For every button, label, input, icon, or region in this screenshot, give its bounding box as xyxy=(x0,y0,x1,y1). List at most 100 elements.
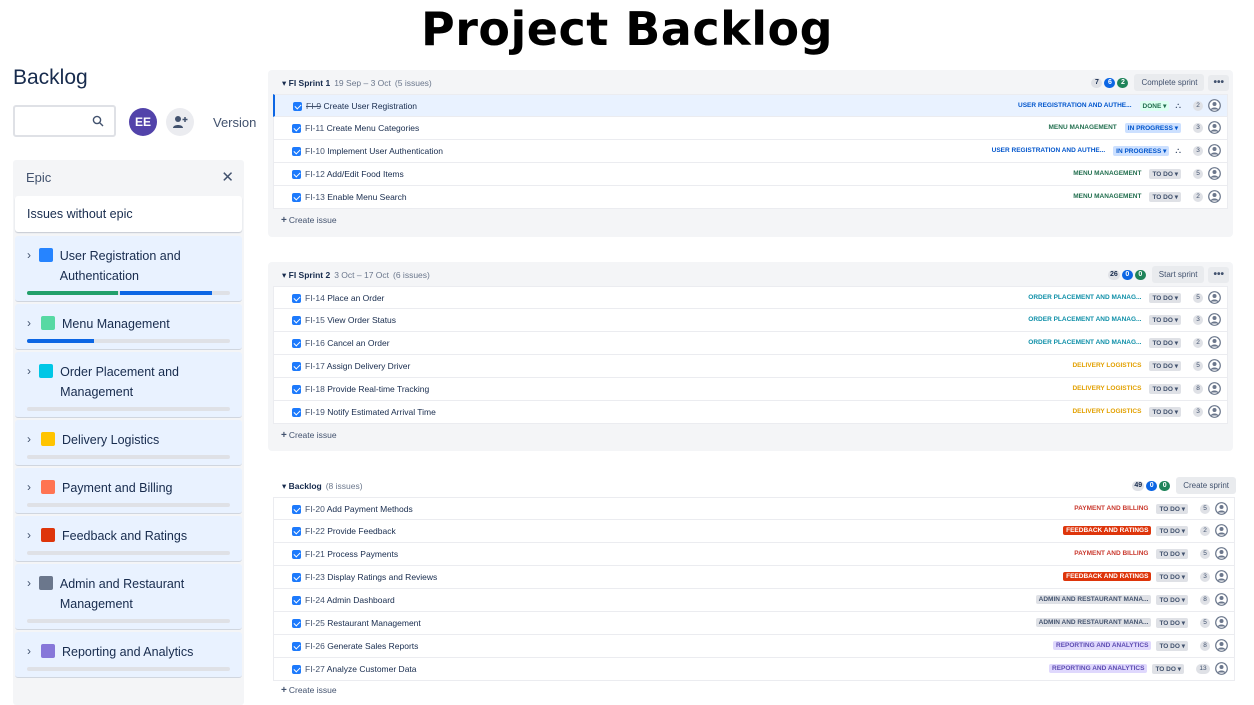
status-dropdown[interactable]: TO DO ▾ xyxy=(1156,640,1188,651)
status-dropdown[interactable]: TO DO ▾ xyxy=(1156,617,1188,628)
assignee-avatar-icon[interactable] xyxy=(1208,167,1221,180)
assignee-avatar-icon[interactable] xyxy=(1208,336,1221,349)
version-filter[interactable]: Version xyxy=(213,115,256,130)
status-dropdown[interactable]: TO DO ▾ xyxy=(1152,663,1184,674)
add-people-button[interactable] xyxy=(166,108,194,136)
epic-item[interactable]: › Payment and Billing xyxy=(15,468,242,514)
complete-sprint-button[interactable]: Complete sprint xyxy=(1134,74,1205,91)
story-points-estimate[interactable]: 5 xyxy=(1200,548,1210,559)
story-points-estimate[interactable]: 3 xyxy=(1193,314,1203,325)
story-points-estimate[interactable]: 5 xyxy=(1193,292,1203,303)
epic-item[interactable]: › Order Placement and Management xyxy=(15,352,242,418)
issue-key[interactable]: FI-12 xyxy=(305,169,325,179)
story-points-estimate[interactable]: 8 xyxy=(1200,640,1210,651)
issue-row[interactable]: FI-25 Restaurant Management ADMIN AND RES… xyxy=(273,612,1235,635)
story-points-estimate[interactable]: 3 xyxy=(1193,145,1203,156)
issue-row[interactable]: FI-26 Generate Sales Reports REPORTING AN… xyxy=(273,635,1235,658)
chevron-right-icon[interactable]: › xyxy=(27,432,41,446)
start-sprint-button[interactable]: Start sprint xyxy=(1151,266,1205,283)
assignee-avatar-icon[interactable] xyxy=(1215,570,1228,583)
chevron-down-icon[interactable]: ▾ xyxy=(282,481,289,491)
story-points-estimate[interactable]: 2 xyxy=(1193,100,1203,111)
epic-lozenge[interactable]: PAYMENT AND BILLING xyxy=(1071,504,1151,513)
issue-row[interactable]: FI-9 Create User Registration USER REGIST… xyxy=(273,94,1228,117)
issue-key[interactable]: FI-18 xyxy=(305,384,325,394)
issue-key[interactable]: FI-11 xyxy=(305,123,324,133)
status-dropdown[interactable]: IN PROGRESS ▾ xyxy=(1113,145,1170,156)
issue-key[interactable]: FI-17 xyxy=(305,361,325,371)
story-points-estimate[interactable]: 8 xyxy=(1200,594,1210,605)
close-icon[interactable]: ✕ xyxy=(221,168,234,186)
issue-row[interactable]: FI-20 Add Payment Methods PAYMENT AND BIL… xyxy=(273,497,1235,520)
status-dropdown[interactable]: TO DO ▾ xyxy=(1156,571,1188,582)
assignee-avatar-icon[interactable] xyxy=(1215,547,1228,560)
story-points-estimate[interactable]: 5 xyxy=(1200,617,1210,628)
epic-lozenge[interactable]: ADMIN AND RESTAURANT MANA... xyxy=(1035,618,1152,627)
issue-key[interactable]: FI-23 xyxy=(305,572,325,582)
issue-row[interactable]: FI-11 Create Menu Categories MENU MANAGEM… xyxy=(273,117,1228,140)
status-dropdown[interactable]: DONE ▾ xyxy=(1139,100,1170,111)
assignee-avatar-icon[interactable] xyxy=(1208,144,1221,157)
epic-item[interactable]: › Feedback and Ratings xyxy=(15,516,242,562)
assignee-avatar-icon[interactable] xyxy=(1215,639,1228,652)
issue-key[interactable]: FI-14 xyxy=(305,293,325,303)
create-sprint-button[interactable]: Create sprint xyxy=(1176,477,1236,494)
status-dropdown[interactable]: TO DO ▾ xyxy=(1149,168,1181,179)
story-points-estimate[interactable]: 2 xyxy=(1193,337,1203,348)
story-points-estimate[interactable]: 5 xyxy=(1193,360,1203,371)
issue-key[interactable]: FI-19 xyxy=(305,407,325,417)
issue-row[interactable]: FI-17 Assign Delivery Driver DELIVERY LOG… xyxy=(273,355,1228,378)
status-dropdown[interactable]: TO DO ▾ xyxy=(1149,191,1181,202)
issue-row[interactable]: FI-19 Notify Estimated Arrival Time DELIV… xyxy=(273,401,1228,424)
issue-key[interactable]: FI-21 xyxy=(305,549,325,559)
issue-key[interactable]: FI-22 xyxy=(305,526,325,536)
assignee-avatar-icon[interactable] xyxy=(1215,502,1228,515)
assignee-avatar-icon[interactable] xyxy=(1208,382,1221,395)
chevron-right-icon[interactable]: › xyxy=(27,248,39,262)
issue-key[interactable]: FI-24 xyxy=(305,595,325,605)
epic-lozenge[interactable]: ORDER PLACEMENT AND MANAG... xyxy=(1025,293,1144,302)
chevron-down-icon[interactable]: ▾ xyxy=(282,78,289,88)
epic-item[interactable]: › Menu Management xyxy=(15,304,242,350)
chevron-down-icon[interactable]: ▾ xyxy=(282,270,289,280)
status-dropdown[interactable]: IN PROGRESS ▾ xyxy=(1124,122,1181,133)
epic-item[interactable]: › Delivery Logistics xyxy=(15,420,242,466)
assignee-avatar-icon[interactable] xyxy=(1208,313,1221,326)
create-issue-button[interactable]: + Create issue xyxy=(268,424,1233,446)
issue-key[interactable]: FI-10 xyxy=(305,146,325,156)
epic-lozenge[interactable]: DELIVERY LOGISTICS xyxy=(1069,361,1144,370)
issue-row[interactable]: FI-22 Provide Feedback FEEDBACK AND RATIN… xyxy=(273,520,1235,543)
more-actions-button[interactable]: ••• xyxy=(1208,266,1229,283)
assignee-avatar-icon[interactable] xyxy=(1215,593,1228,606)
story-points-estimate[interactable]: 3 xyxy=(1200,571,1210,582)
status-dropdown[interactable]: TO DO ▾ xyxy=(1149,337,1181,348)
create-issue-button[interactable]: + Create issue xyxy=(268,681,1240,703)
assignee-avatar-icon[interactable] xyxy=(1215,616,1228,629)
assignee-avatar-icon[interactable] xyxy=(1208,291,1221,304)
epic-lozenge[interactable]: PAYMENT AND BILLING xyxy=(1071,549,1151,558)
issue-row[interactable]: FI-13 Enable Menu Search MENU MANAGEMENT T… xyxy=(273,186,1228,209)
more-actions-button[interactable]: ••• xyxy=(1208,74,1229,91)
issue-row[interactable]: FI-10 Implement User Authentication USER … xyxy=(273,140,1228,163)
epic-lozenge[interactable]: FEEDBACK AND RATINGS xyxy=(1063,572,1152,581)
issue-row[interactable]: FI-27 Analyze Customer Data REPORTING AND… xyxy=(273,658,1235,681)
epic-lozenge[interactable]: ADMIN AND RESTAURANT MANA... xyxy=(1035,595,1152,604)
epic-lozenge[interactable]: DELIVERY LOGISTICS xyxy=(1069,407,1144,416)
epic-lozenge[interactable]: DELIVERY LOGISTICS xyxy=(1069,384,1144,393)
epic-item[interactable]: › User Registration and Authentication xyxy=(15,236,242,302)
search-input[interactable] xyxy=(13,105,116,137)
assignee-avatar-icon[interactable] xyxy=(1208,121,1221,134)
story-points-estimate[interactable]: 5 xyxy=(1193,168,1203,179)
epic-lozenge[interactable]: REPORTING AND ANALYTICS xyxy=(1053,641,1152,650)
epic-lozenge[interactable]: REPORTING AND ANALYTICS xyxy=(1049,664,1148,673)
story-points-estimate[interactable]: 2 xyxy=(1193,191,1203,202)
assignee-avatar-icon[interactable] xyxy=(1208,405,1221,418)
story-points-estimate[interactable]: 3 xyxy=(1193,122,1203,133)
assignee-avatar-icon[interactable] xyxy=(1208,359,1221,372)
issue-row[interactable]: FI-18 Provide Real-time Tracking DELIVERY… xyxy=(273,378,1228,401)
status-dropdown[interactable]: TO DO ▾ xyxy=(1156,548,1188,559)
assignee-avatar-icon[interactable] xyxy=(1208,99,1221,112)
assignee-avatar-icon[interactable] xyxy=(1215,524,1228,537)
chevron-right-icon[interactable]: › xyxy=(27,528,41,542)
issues-without-epic[interactable]: Issues without epic xyxy=(15,196,242,232)
